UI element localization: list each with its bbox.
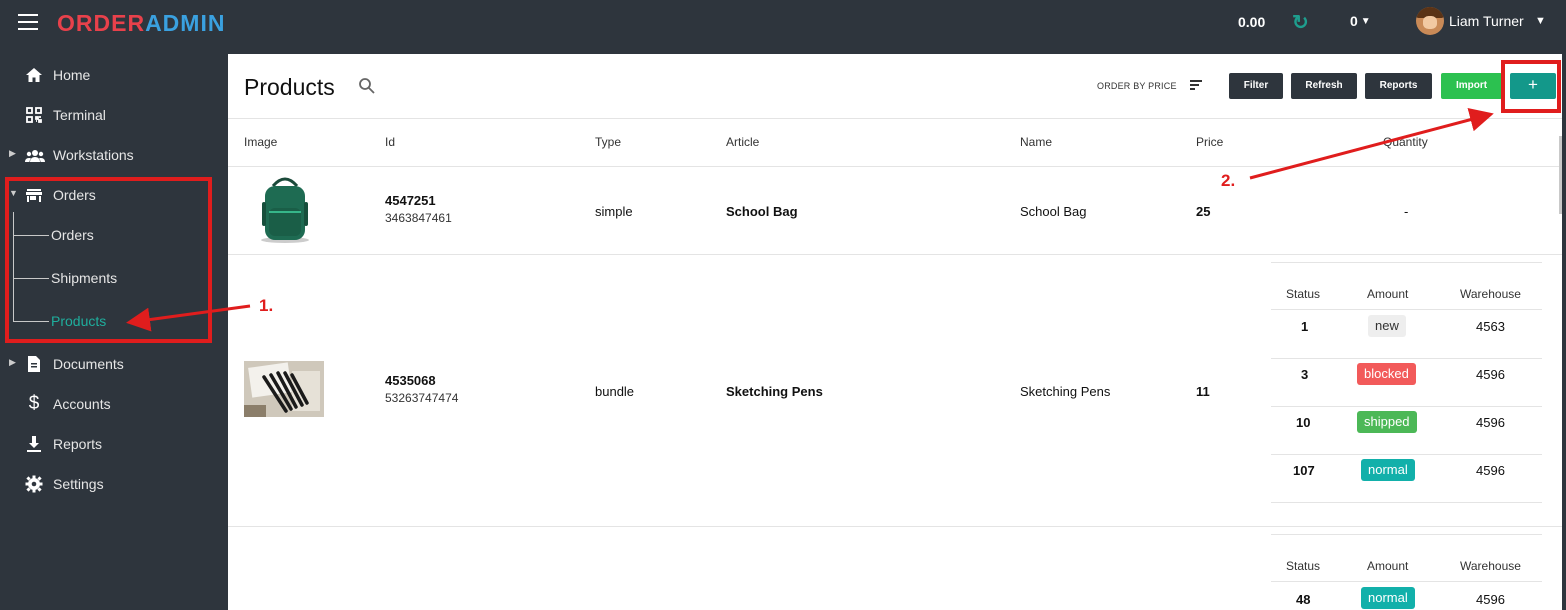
annotation-arrow-1 xyxy=(126,304,251,332)
annotation-arrows xyxy=(126,108,1494,332)
annotation-arrow-2 xyxy=(1249,108,1494,180)
